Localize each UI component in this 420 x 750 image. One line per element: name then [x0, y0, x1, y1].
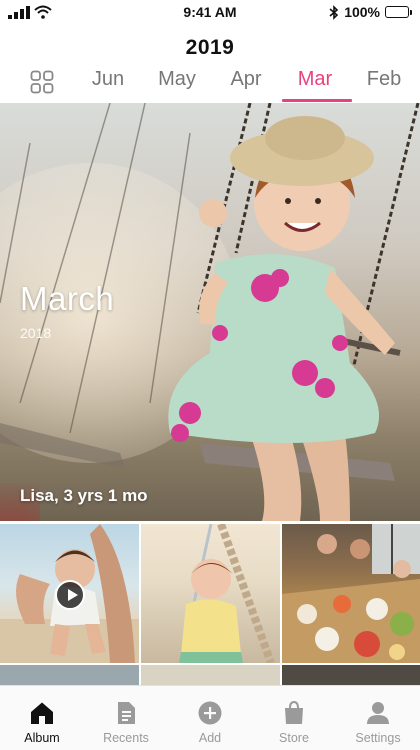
thumbnail-photo-3[interactable] — [282, 524, 420, 663]
hero-age-caption: Lisa, 3 yrs 1 mo — [20, 486, 148, 505]
hero-month-title: March — [20, 280, 115, 317]
tab-recents[interactable]: Recents — [84, 686, 168, 750]
bottom-tab-bar: Album Recents Add Store Settings — [0, 685, 420, 750]
year-title: 2019 — [185, 36, 235, 59]
tab-store[interactable]: Store — [252, 686, 336, 750]
thumbnail-photo-4[interactable] — [0, 665, 139, 685]
plus-circle-icon — [198, 701, 222, 725]
tab-album-label: Album — [24, 731, 60, 745]
bluetooth-icon — [329, 4, 339, 20]
home-icon — [31, 702, 53, 724]
thumbnail-photo-6[interactable] — [282, 665, 420, 685]
status-bar: 9:41 AM 100% — [0, 0, 420, 24]
battery-percent: 100% — [344, 4, 380, 20]
play-video-icon[interactable] — [55, 580, 85, 610]
document-icon — [118, 702, 135, 724]
battery-icon — [385, 6, 412, 18]
wifi-icon — [34, 5, 52, 19]
month-tab-mar[interactable]: Mar — [292, 68, 338, 91]
tab-settings-label: Settings — [355, 731, 401, 745]
tab-add[interactable]: Add — [168, 686, 252, 750]
shopping-bag-icon — [285, 700, 303, 724]
month-tab-may[interactable]: May — [154, 68, 200, 91]
grid-view-icon[interactable] — [30, 70, 54, 94]
signal-icon — [8, 6, 30, 19]
toddler-swing-illustration — [179, 524, 275, 663]
app-screen: 9:41 AM 100% 2019 Jun May Apr Mar Feb Ma… — [0, 0, 420, 750]
tab-recents-label: Recents — [103, 731, 149, 745]
thumbnail-photo-5[interactable] — [141, 665, 280, 685]
selected-month-indicator — [282, 99, 352, 102]
person-icon — [367, 702, 389, 724]
tab-album[interactable]: Album — [0, 686, 84, 750]
tab-store-label: Store — [279, 731, 309, 745]
hero-year-subtitle: 2018 — [20, 325, 52, 341]
tab-settings[interactable]: Settings — [336, 686, 420, 750]
family-dinner-illustration — [282, 524, 420, 663]
month-tab-apr[interactable]: Apr — [226, 68, 266, 91]
tab-add-label: Add — [198, 731, 222, 745]
month-tab-feb[interactable]: Feb — [364, 68, 404, 91]
month-selector: Jun May Apr Mar Feb — [0, 64, 420, 102]
month-tab-jun[interactable]: Jun — [88, 68, 128, 91]
thumbnail-photo-2[interactable] — [141, 524, 280, 663]
